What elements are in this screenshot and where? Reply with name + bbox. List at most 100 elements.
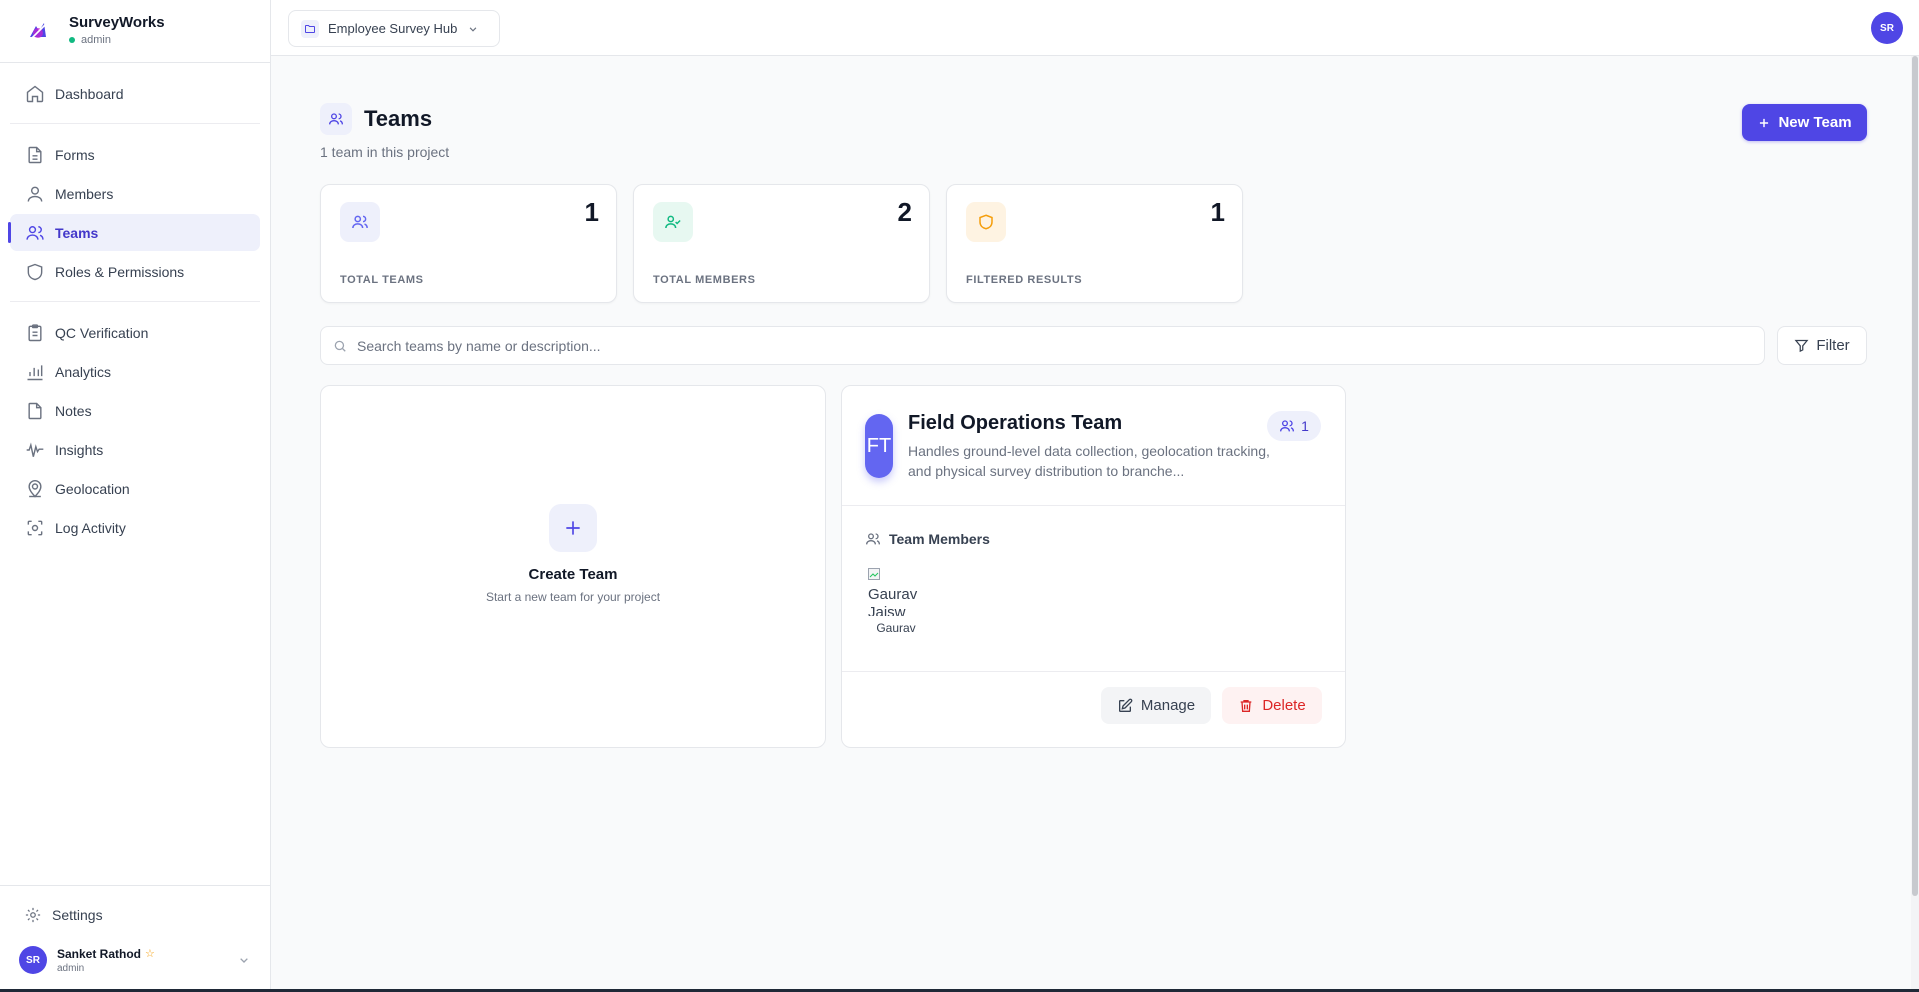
brand-name: SurveyWorks	[69, 14, 165, 31]
sidebar-item-forms[interactable]: Forms	[10, 136, 260, 173]
sidebar-item-roles[interactable]: Roles & Permissions	[10, 253, 260, 290]
team-description: Handles ground-level data collection, ge…	[908, 443, 1270, 479]
sidebar-item-teams[interactable]: Teams	[8, 214, 260, 251]
users-icon	[320, 103, 352, 135]
nav-group-main: Dashboard	[10, 63, 260, 124]
sidebar-item-label: Notes	[55, 402, 92, 419]
page-header: Teams 1 team in this project	[320, 103, 449, 160]
team-members-heading: Team Members	[865, 531, 990, 547]
nav-group-manage: Forms Members Teams Roles & Permissions	[8, 124, 260, 302]
stat-value: 2	[897, 197, 912, 227]
member-item[interactable]: Gaurav Jaisw Gaurav	[868, 568, 924, 635]
file-icon	[28, 146, 42, 163]
clipboard-icon	[28, 323, 42, 341]
team-actions: Manage Delete	[1101, 687, 1322, 724]
filter-label: Filter	[1816, 337, 1850, 354]
sidebar-item-log-activity[interactable]: Log Activity	[10, 509, 260, 546]
sidebar-item-label: Analytics	[55, 363, 112, 380]
search-input[interactable]	[357, 337, 1764, 354]
users-icon	[866, 533, 880, 545]
sidebar-item-label: Geolocation	[55, 480, 130, 497]
sidebar-item-notes[interactable]: Notes	[10, 392, 260, 429]
sidebar-item-label: QC Verification	[55, 324, 149, 341]
team-card: FT Field Operations Team Handles ground-…	[841, 385, 1346, 748]
folder-icon	[301, 19, 319, 38]
sidebar-item-insights[interactable]: Insights	[10, 431, 260, 468]
project-name: Employee Survey Hub	[328, 21, 458, 36]
users-icon	[340, 202, 380, 242]
stats-row: 1 TOTAL TEAMS 2 TOTAL MEMBERS 1 FILTERED…	[320, 184, 1259, 303]
sidebar-item-members[interactable]: Members	[10, 175, 260, 212]
pulse-icon	[26, 441, 44, 457]
search-bar	[320, 326, 1765, 365]
shield-icon	[27, 263, 43, 280]
chevron-down-icon	[470, 26, 477, 32]
sidebar-item-label: Insights	[55, 441, 104, 458]
sidebar-item-analytics[interactable]: Analytics	[10, 353, 260, 390]
new-team-label: New Team	[1778, 114, 1852, 131]
member-avatar: Gaurav Jaisw	[868, 568, 924, 616]
member-count: 1	[1301, 418, 1309, 434]
sidebar-item-dashboard[interactable]: Dashboard	[10, 75, 260, 112]
crown-icon: ☆	[145, 948, 155, 960]
plus-icon	[1760, 118, 1769, 127]
team-initials-badge: FT	[865, 414, 893, 478]
new-team-button[interactable]: New Team	[1742, 104, 1867, 141]
stat-value: 1	[1210, 197, 1225, 227]
scrollbar[interactable]	[1911, 56, 1919, 992]
gear-icon	[25, 907, 41, 923]
nav-group-tools: QC Verification Analytics Notes Insights…	[10, 302, 260, 557]
scrollbar-thumb[interactable]	[1912, 56, 1918, 896]
chevron-down-icon[interactable]	[236, 952, 252, 968]
team-members-label: Team Members	[889, 531, 990, 547]
bar-chart-icon	[27, 364, 43, 380]
sidebar-item-label: Teams	[55, 224, 99, 241]
sidebar-item-geolocation[interactable]: Geolocation	[10, 470, 260, 507]
sidebar-item-label: Roles & Permissions	[55, 263, 185, 280]
stat-label: FILTERED RESULTS	[966, 274, 1083, 286]
filter-icon	[1794, 339, 1809, 353]
team-members-section: Team Members Gaurav Jaisw Gaurav	[842, 506, 1345, 672]
sidebar-item-label: Members	[55, 185, 114, 202]
scan-icon	[27, 520, 43, 535]
broken-image-icon	[868, 568, 880, 580]
create-team-card[interactable]: Create Team Start a new team for your pr…	[320, 385, 826, 748]
page-subtitle: 1 team in this project	[320, 144, 450, 160]
brand-logo-icon	[20, 13, 56, 49]
plus-icon	[549, 503, 597, 552]
sidebar-item-qc-verification[interactable]: QC Verification	[10, 314, 260, 351]
user-name: Sanket Rathod	[57, 946, 142, 961]
user-icon	[27, 186, 43, 202]
user-role: admin	[57, 962, 85, 974]
sidebar-footer: Settings SR Sanket Rathod ☆ admin	[0, 885, 270, 992]
sidebar-item-settings[interactable]: Settings	[10, 898, 260, 932]
stat-card-filtered-results: 1 FILTERED RESULTS	[946, 184, 1243, 303]
stat-value: 1	[584, 197, 599, 227]
brand[interactable]: SurveyWorks admin	[0, 0, 270, 63]
team-name: Field Operations Team	[908, 412, 1123, 434]
filter-button[interactable]: Filter	[1777, 326, 1867, 365]
users-icon	[1280, 420, 1295, 432]
manage-button[interactable]: Manage	[1101, 687, 1211, 724]
project-selector[interactable]: Employee Survey Hub	[288, 10, 500, 47]
sidebar-item-label: Dashboard	[55, 85, 124, 102]
home-icon	[26, 85, 44, 102]
manage-label: Manage	[1140, 697, 1196, 714]
map-pin-icon	[28, 479, 42, 498]
stat-label: TOTAL TEAMS	[340, 274, 424, 286]
note-icon	[28, 402, 42, 419]
avatar[interactable]: SR	[1871, 12, 1903, 44]
topbar: Employee Survey Hub SR	[271, 0, 1919, 56]
delete-button[interactable]: Delete	[1222, 687, 1322, 724]
trash-icon	[1240, 699, 1252, 712]
user-check-icon	[653, 202, 693, 242]
sidebar-item-label: Forms	[55, 146, 95, 163]
user-menu[interactable]: SR Sanket Rathod ☆ admin	[10, 938, 260, 982]
sidebar: SurveyWorks admin Dashboard Forms Member…	[0, 0, 271, 992]
brand-role: admin	[69, 32, 165, 48]
member-name: Gaurav	[876, 621, 916, 635]
settings-label: Settings	[52, 907, 103, 923]
create-team-title: Create Team	[528, 565, 618, 583]
shield-icon	[966, 202, 1006, 242]
online-status-dot	[69, 37, 75, 43]
